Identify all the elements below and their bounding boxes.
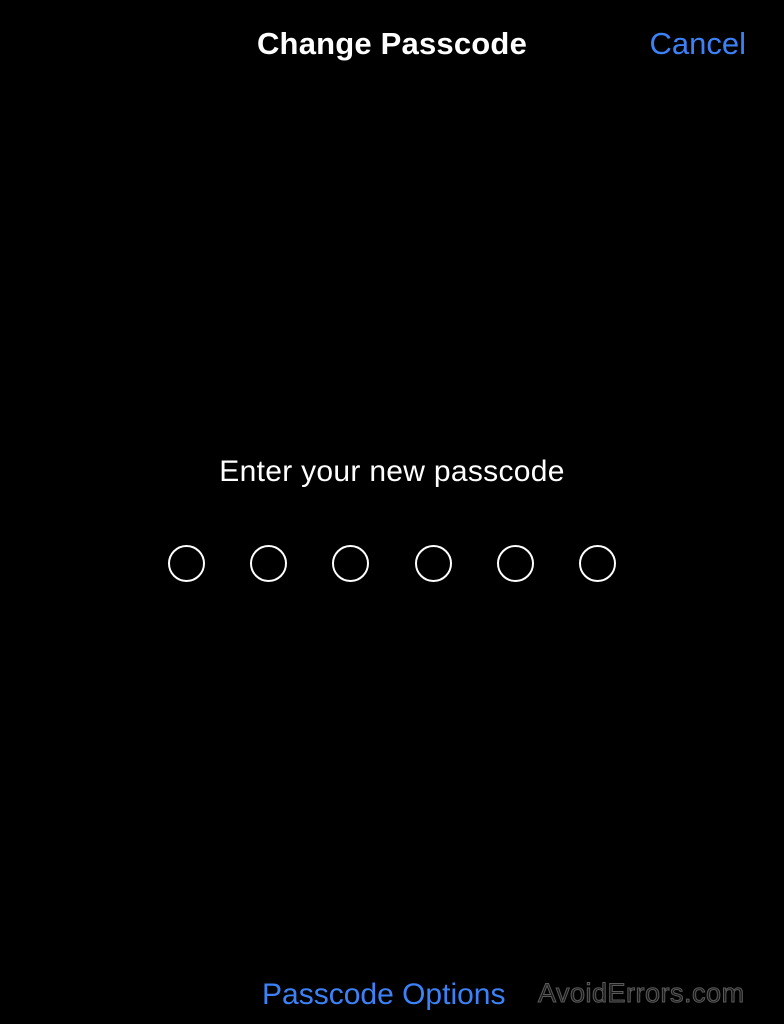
passcode-dot-5 [496, 545, 534, 582]
passcode-dot-1 [168, 545, 205, 582]
passcode-dots[interactable] [168, 545, 616, 583]
passcode-options-button[interactable]: Passcode Options [262, 975, 505, 1015]
watermark: AvoidErrors.com [538, 978, 745, 1009]
cancel-button[interactable]: Cancel [650, 24, 747, 64]
passcode-dot-4 [414, 545, 452, 582]
passcode-dot-6 [578, 545, 616, 582]
passcode-dot-2 [250, 545, 288, 582]
passcode-prompt: Enter your new passcode [219, 455, 565, 488]
passcode-dot-3 [332, 545, 370, 582]
